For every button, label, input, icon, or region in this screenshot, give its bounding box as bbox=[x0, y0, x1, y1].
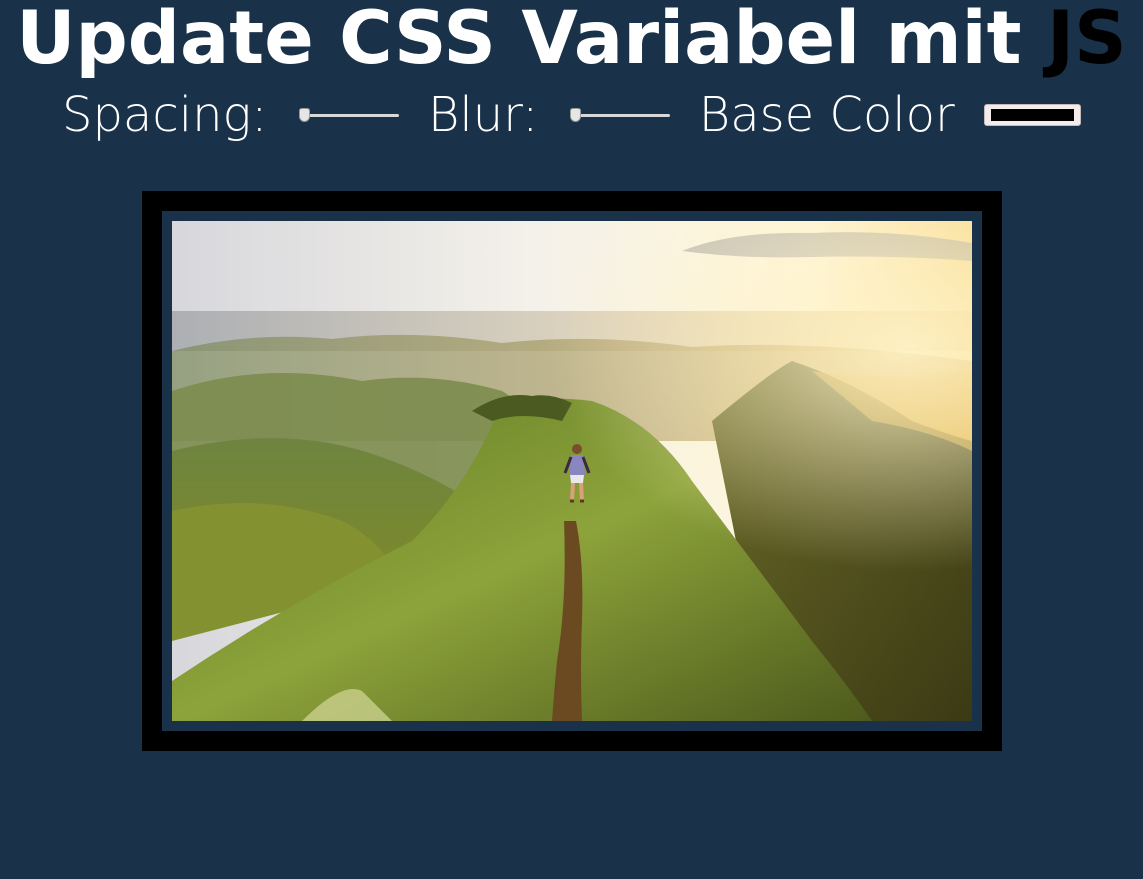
page-title: Update CSS Variabel mit JS bbox=[0, 0, 1143, 84]
blur-slider-thumb[interactable] bbox=[569, 108, 581, 122]
spacing-slider[interactable] bbox=[298, 103, 399, 127]
base-color-label: Base Color bbox=[698, 87, 955, 143]
image-frame-inner bbox=[162, 211, 982, 731]
blur-slider-track[interactable] bbox=[571, 114, 670, 117]
title-highlight-text: JS bbox=[1046, 0, 1127, 81]
image-frame bbox=[142, 191, 1002, 751]
hero-photo bbox=[172, 221, 972, 721]
spacing-label: Spacing: bbox=[61, 87, 268, 143]
spacing-slider-thumb[interactable] bbox=[298, 108, 310, 122]
blur-slider[interactable] bbox=[569, 103, 670, 127]
base-color-picker[interactable] bbox=[984, 104, 1082, 126]
title-main-text: Update CSS Variabel mit bbox=[16, 0, 1047, 81]
page: Update CSS Variabel mit JS Spacing: Blur… bbox=[0, 0, 1143, 879]
spacing-slider-track[interactable] bbox=[300, 114, 399, 117]
blur-label: Blur: bbox=[428, 87, 539, 143]
base-color-swatch-fill[interactable] bbox=[991, 109, 1075, 121]
controls-bar: Spacing: Blur: Base Color bbox=[0, 84, 1143, 143]
